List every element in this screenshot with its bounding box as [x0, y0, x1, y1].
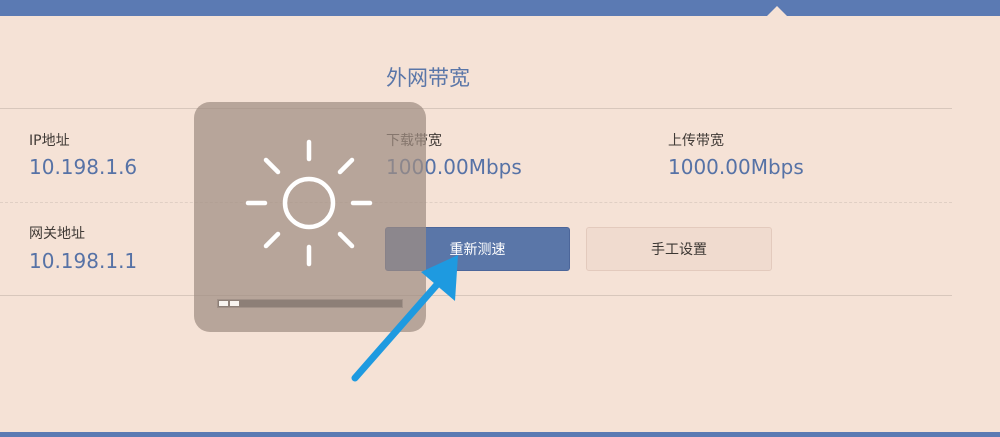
- pointer-arrow-icon: [351, 255, 458, 382]
- bottom-bar: [0, 432, 1000, 437]
